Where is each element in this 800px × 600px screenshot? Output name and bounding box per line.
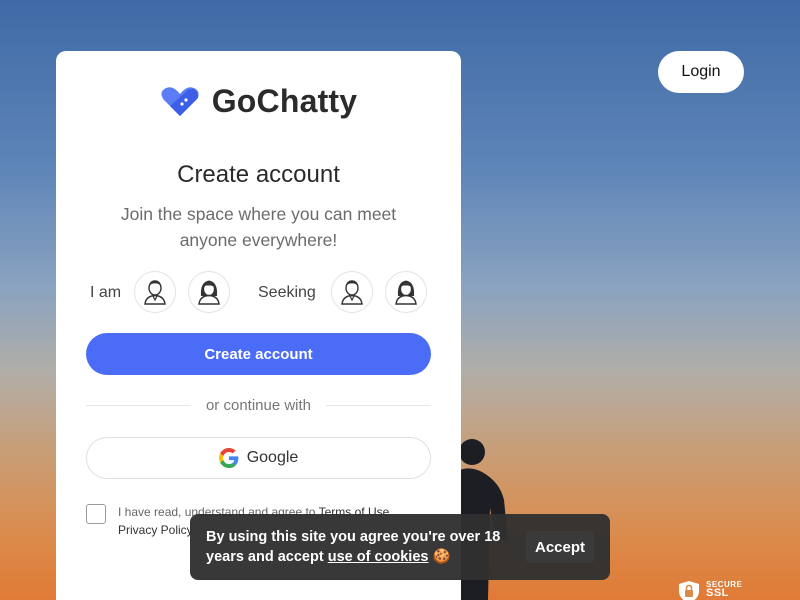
male-avatar-icon [144, 280, 166, 305]
page-subtitle: Join the space where you can meet anyone… [120, 204, 397, 250]
secure-ssl-badge: SECURE SSL [678, 580, 742, 600]
google-button-label: Google [246, 449, 299, 466]
heart-logo-icon [161, 86, 199, 116]
i-am-label: I am [90, 284, 122, 301]
cookie-banner: By using this site you agree you're over… [190, 514, 610, 580]
cookie-text: By using this site you agree you're over… [206, 529, 501, 565]
female-avatar-icon [395, 280, 417, 305]
google-signin-button[interactable]: Google [86, 437, 431, 479]
female-avatar-icon [198, 280, 220, 305]
seeking-label: Seeking [258, 284, 316, 301]
divider-right [326, 405, 431, 406]
accept-cookies-button[interactable]: Accept [526, 531, 594, 563]
login-button[interactable]: Login [658, 51, 744, 93]
brand: GoChatty [56, 83, 461, 120]
google-icon [218, 448, 239, 468]
page-title: Create account [177, 161, 340, 188]
ssl-badge-line2: SSL [706, 587, 729, 599]
create-account-button[interactable]: Create account [86, 333, 431, 375]
cookies-policy-link[interactable]: use of cookies [328, 549, 429, 565]
seeking-female-button[interactable] [385, 271, 427, 313]
cookie-icon: 🍪 [432, 549, 451, 565]
privacy-policy-link[interactable]: Privacy Policy [118, 523, 193, 537]
male-avatar-icon [341, 280, 363, 305]
shield-lock-icon [679, 581, 699, 600]
i-am-female-button[interactable] [188, 271, 230, 313]
terms-checkbox[interactable] [86, 504, 106, 524]
brand-name: GoChatty [211, 83, 358, 119]
i-am-male-button[interactable] [134, 271, 176, 313]
seeking-male-button[interactable] [331, 271, 373, 313]
